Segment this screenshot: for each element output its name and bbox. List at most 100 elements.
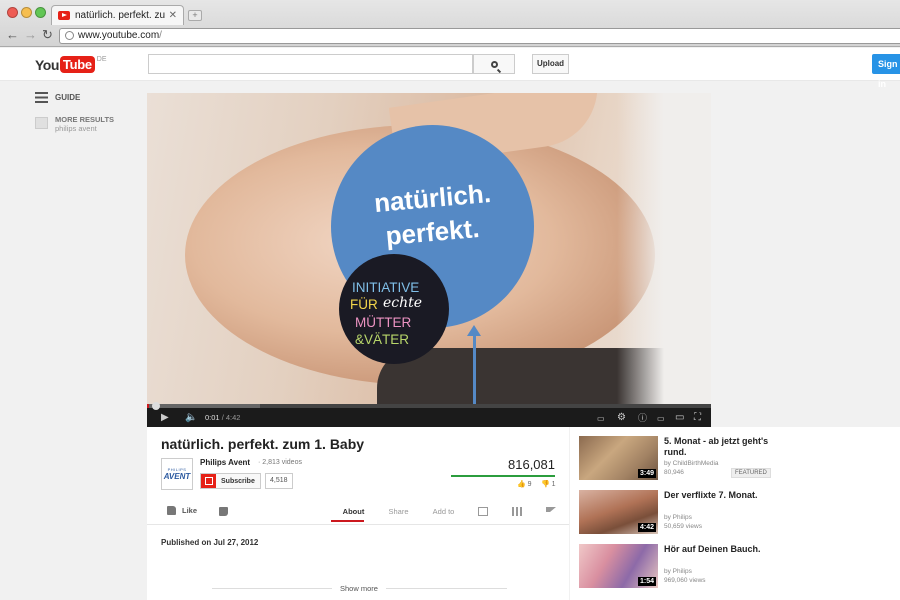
related-video[interactable]: 1:54 Hör auf Deinen Bauch. by Philips 96… xyxy=(579,544,829,591)
thumbs-up-icon xyxy=(167,506,176,515)
minimize-window-button[interactable] xyxy=(21,7,32,18)
video-thumbnail[interactable]: 1:54 xyxy=(579,544,658,588)
current-time: 0:01 xyxy=(205,413,220,422)
more-results-title: MORE RESULTS xyxy=(55,115,115,124)
like-ratio-bar xyxy=(451,475,555,477)
browser-chrome: natürlich. perfekt. zum 1. Ba ✕ + ← → ↻ … xyxy=(0,0,900,47)
channel-logo-name: AVENT xyxy=(163,472,191,481)
tab-about[interactable]: About xyxy=(331,507,376,522)
publish-date: Published on Jul 27, 2012 xyxy=(161,538,259,547)
dislike-button[interactable] xyxy=(219,507,228,516)
like-label: Like xyxy=(182,506,198,515)
subscribe-button[interactable]: Subscribe xyxy=(200,473,261,489)
video-views: 80,946 xyxy=(664,469,684,476)
video-scene-background xyxy=(617,93,711,404)
video-frame[interactable]: natürlich. perfekt. INITIATIVE FÜR echte… xyxy=(147,93,711,404)
url-host: www.youtube.com xyxy=(78,30,160,41)
video-duration: 3:49 xyxy=(637,469,656,478)
youtube-logo[interactable]: You Tube DE xyxy=(35,56,107,73)
close-tab-icon[interactable]: ✕ xyxy=(169,10,177,21)
address-bar[interactable]: www.youtube.com/ xyxy=(59,28,900,44)
video-byline[interactable]: by Philips xyxy=(664,567,692,576)
browser-tab[interactable]: natürlich. perfekt. zum 1. Ba ✕ xyxy=(51,5,184,25)
video-title-link[interactable]: Der verflixte 7. Monat. xyxy=(664,490,789,501)
like-button[interactable]: Like xyxy=(167,506,197,515)
more-results-query: philips avent xyxy=(55,124,97,133)
play-icon[interactable]: ▶ xyxy=(161,413,169,423)
guide-label: GUIDE xyxy=(55,93,81,102)
tab-share[interactable]: Share xyxy=(376,507,421,516)
video-thumbnail[interactable]: 4:42 xyxy=(579,490,658,534)
channel-logo[interactable]: PHILIPS AVENT xyxy=(161,458,193,490)
duration: 4:42 xyxy=(225,413,241,422)
video-title: natürlich. perfekt. zum 1. Baby xyxy=(161,436,365,452)
new-tab-button[interactable]: + xyxy=(188,10,202,21)
subscriber-count: 4,518 xyxy=(265,473,293,489)
scrubber-handle[interactable] xyxy=(152,402,160,410)
related-video[interactable]: 3:49 5. Monat - ab jetzt geht's rund. by… xyxy=(579,436,829,483)
fullscreen-icon[interactable]: ⛶ xyxy=(694,413,701,423)
forward-arrow-icon[interactable]: → xyxy=(24,28,37,42)
featured-badge: FEATURED xyxy=(731,468,771,478)
info-icon[interactable]: ⓘ xyxy=(638,413,647,423)
small-player-icon[interactable]: ▭ xyxy=(657,414,665,424)
progress-bar[interactable] xyxy=(147,402,711,410)
close-window-button[interactable] xyxy=(7,7,18,18)
more-results-link[interactable]: MORE RESULTS philips avent xyxy=(35,115,114,133)
time-display: 0:01 / 4:42 xyxy=(205,413,241,422)
reload-icon[interactable]: ↻ xyxy=(42,28,53,42)
video-thumbnail[interactable]: 3:49 xyxy=(579,436,658,480)
progress-loaded xyxy=(147,404,260,408)
youtube-header: You Tube DE Upload Sign in xyxy=(0,48,900,89)
report-flag-icon[interactable] xyxy=(546,507,556,512)
related-video[interactable]: 4:42 Der verflixte 7. Monat. by Philips … xyxy=(579,490,829,537)
large-player-icon[interactable]: ▭ xyxy=(675,413,684,423)
tab-add-to[interactable]: Add to xyxy=(421,507,466,516)
settings-gear-icon[interactable]: ⚙ xyxy=(617,413,626,423)
video-title-link[interactable]: 5. Monat - ab jetzt geht's rund. xyxy=(664,436,789,458)
transcript-icon[interactable] xyxy=(478,507,488,516)
upload-button[interactable]: Upload xyxy=(532,54,569,74)
dislike-count: 👎 1 xyxy=(541,481,556,488)
video-views: 50,659 views xyxy=(664,523,702,530)
channel-name-link[interactable]: Philips Avent xyxy=(200,458,250,467)
search-icon xyxy=(490,60,498,68)
captions-icon[interactable]: ▭ xyxy=(597,414,605,424)
badge-line-3: MÜTTER xyxy=(355,315,412,330)
search-input[interactable] xyxy=(148,54,473,74)
video-player[interactable]: natürlich. perfekt. INITIATIVE FÜR echte… xyxy=(147,93,711,427)
guide-button[interactable]: GUIDE xyxy=(35,92,80,103)
region-label: DE xyxy=(96,56,107,63)
video-title-link[interactable]: Hör auf Deinen Bauch. xyxy=(664,544,789,555)
subscribe-label: Subscribe xyxy=(221,477,255,485)
zoom-window-button[interactable] xyxy=(35,7,46,18)
back-arrow-icon[interactable]: ← xyxy=(6,28,19,42)
video-byline[interactable]: by ChildBirthMedia xyxy=(664,459,719,468)
related-videos: 3:49 5. Monat - ab jetzt geht's rund. by… xyxy=(570,427,900,600)
statistics-icon[interactable] xyxy=(512,507,522,516)
video-byline[interactable]: by Philips xyxy=(664,513,692,522)
action-tabs: About Share Add to xyxy=(331,507,568,522)
badge-line-1: INITIATIVE xyxy=(352,280,420,295)
badge-line-4: &VÄTER xyxy=(355,332,410,347)
url-path: / xyxy=(159,30,162,41)
sign-in-button[interactable]: Sign in xyxy=(872,54,900,89)
search-button[interactable] xyxy=(473,54,515,74)
video-duration: 4:42 xyxy=(637,523,656,532)
channel-video-count: · 2,813 videos xyxy=(258,459,302,466)
badge-line-2a: FÜR xyxy=(350,297,378,312)
divider xyxy=(147,524,569,525)
menu-icon xyxy=(35,92,48,103)
like-count-value: 9 xyxy=(527,481,532,488)
logo-you: You xyxy=(35,56,59,73)
player-controls: ▶ 🔈 0:01 / 4:42 ▭ ⚙ ⓘ ▭ ▭ ⛶ xyxy=(147,402,711,427)
globe-icon xyxy=(65,31,74,40)
volume-icon[interactable]: 🔈 xyxy=(185,413,197,423)
show-more-button[interactable]: Show more xyxy=(332,584,386,593)
more-results-icon xyxy=(35,117,48,129)
video-views: 969,060 views xyxy=(664,577,706,584)
view-count: 816,081 xyxy=(508,457,555,472)
subscribe-icon xyxy=(201,474,216,488)
badge-line-2b: echte xyxy=(383,295,423,311)
logo-tube: Tube xyxy=(59,56,95,73)
